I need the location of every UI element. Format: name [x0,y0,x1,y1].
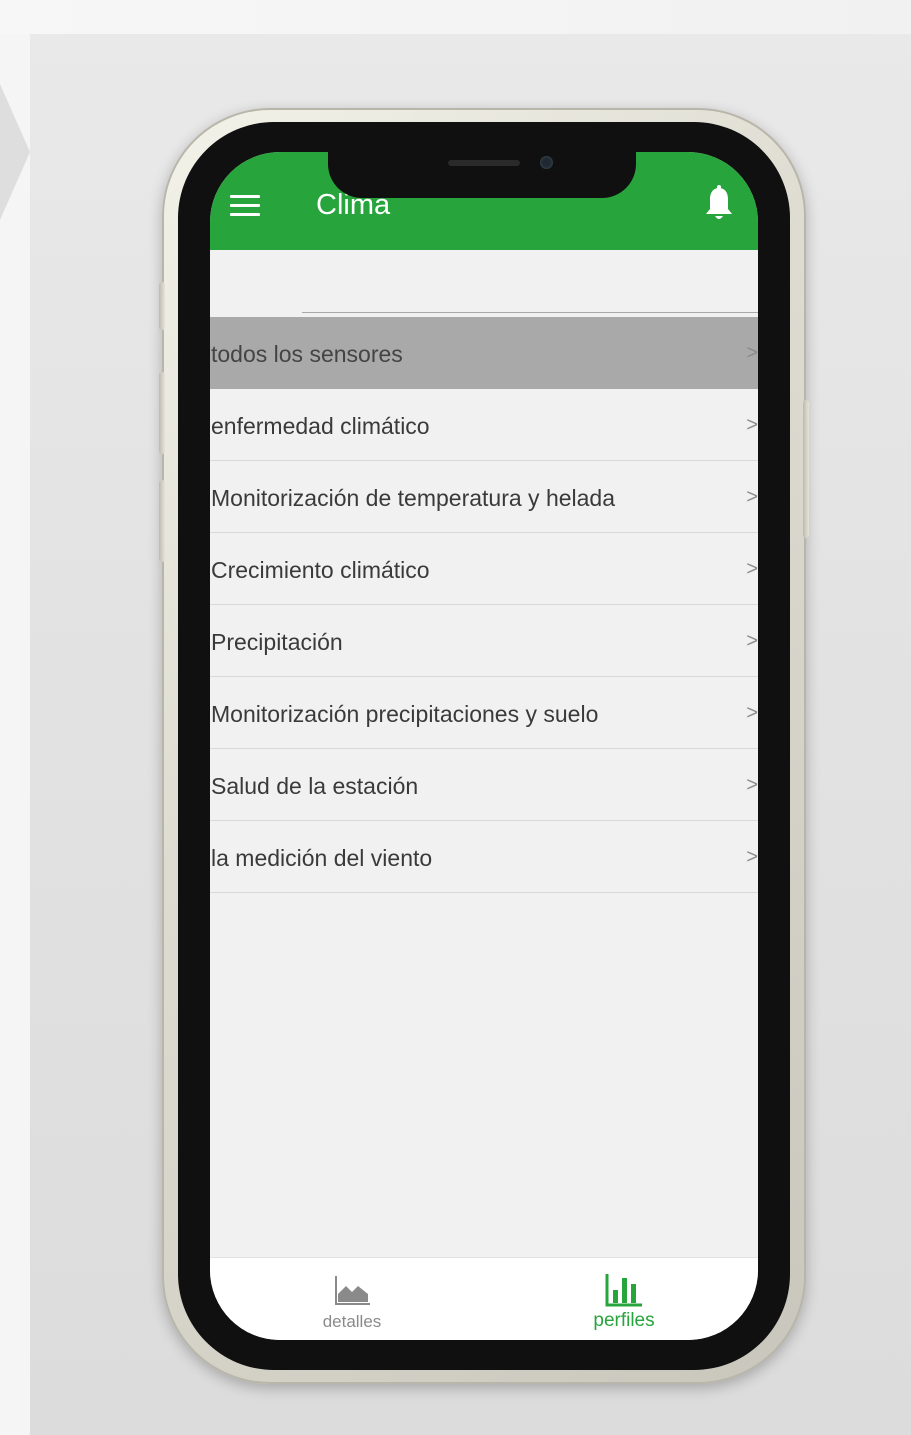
background-arrow-shape [0,84,30,220]
list-item-precipitacion[interactable]: Precipitación > [210,605,758,677]
phone-volume-down-button [159,480,165,562]
list-item-label: la medición del viento [211,845,433,871]
list-item-enfermedad-climatico[interactable]: enfermedad climático > [210,389,758,461]
list-item-todos-los-sensores[interactable]: todos los sensores > [210,317,758,389]
chevron-right-icon: > [746,702,758,724]
chevron-right-icon: > [746,774,758,796]
list-item-label: enfermedad climático [211,413,430,439]
list-item-label: Monitorización de temperatura y helada [211,485,616,511]
chevron-right-icon: > [746,846,758,868]
phone-speaker [448,160,520,166]
list-item-crecimiento-climatico[interactable]: Crecimiento climático > [210,533,758,605]
bell-icon[interactable] [704,185,734,223]
list-item-salud-estacion[interactable]: Salud de la estación > [210,749,758,821]
search-area[interactable] [210,250,758,316]
list-item-label: Salud de la estación [211,773,419,799]
list-item-label: todos los sensores [211,341,403,367]
nav-tab-perfiles[interactable]: perfiles [524,1258,724,1340]
chevron-right-icon: > [746,342,758,364]
list-item-label: Monitorización precipitaciones y suelo [211,701,599,727]
search-underline [302,312,758,313]
chevron-right-icon: > [746,486,758,508]
phone-screen: Clima todos los sensores > enfermedad cl… [210,152,758,1340]
nav-tab-detalles[interactable]: detalles [252,1258,452,1340]
bar-chart-icon [605,1274,642,1307]
phone-volume-up-button [159,372,165,454]
chevron-right-icon: > [746,558,758,580]
background-left-strip [0,34,30,1435]
chevron-right-icon: > [746,414,758,436]
list-item-label: Precipitación [211,629,343,655]
area-chart-icon [335,1276,370,1305]
chevron-right-icon: > [746,630,758,652]
profile-list: todos los sensores > enfermedad climátic… [210,317,758,893]
phone-camera [540,156,553,169]
background-top-strip [0,0,911,34]
list-item-label: Crecimiento climático [211,557,430,583]
phone-side-button [159,282,165,330]
hamburger-menu-icon[interactable] [230,195,260,217]
nav-tab-label: perfiles [593,1310,655,1331]
list-item-temperatura-helada[interactable]: Monitorización de temperatura y helada > [210,461,758,533]
list-item-medicion-viento[interactable]: la medición del viento > [210,821,758,893]
phone-power-button [803,400,809,538]
list-item-precipitaciones-suelo[interactable]: Monitorización precipitaciones y suelo > [210,677,758,749]
nav-tab-label: detalles [322,1312,382,1331]
bottom-navigation: detalles perfiles [210,1257,758,1340]
